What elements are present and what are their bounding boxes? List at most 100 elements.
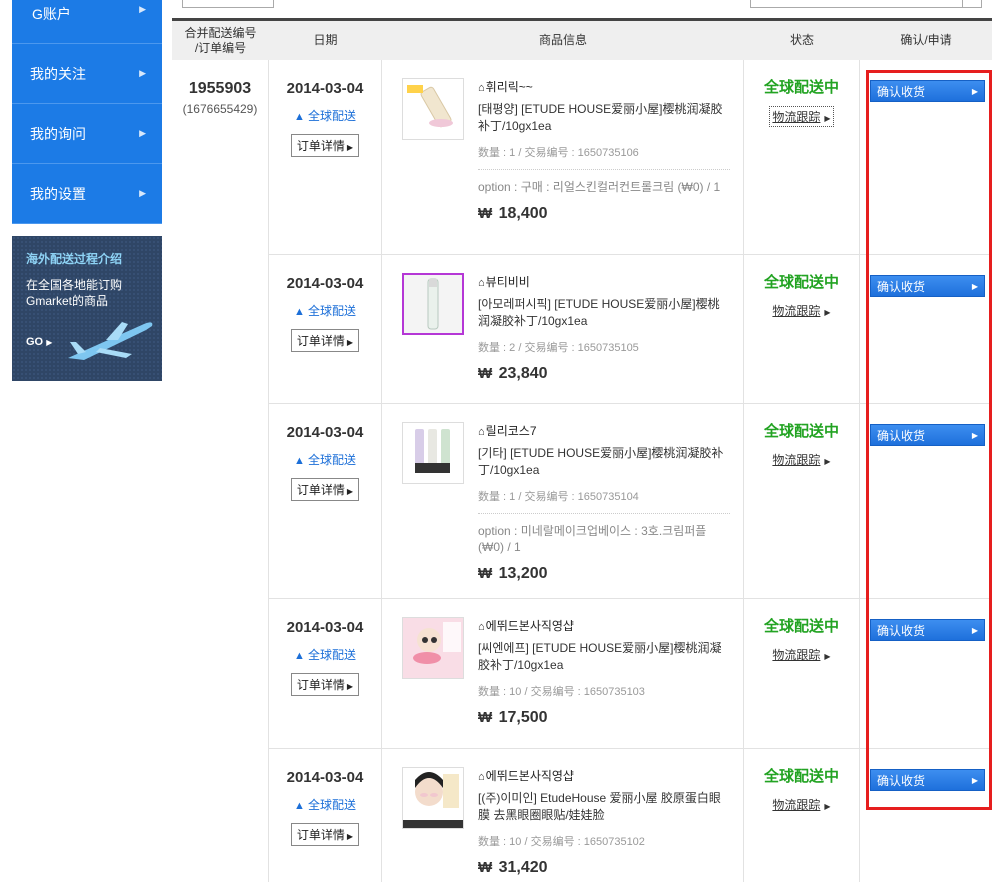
caret-right-icon: ▶ <box>824 652 831 661</box>
status-cell: 全球配送中物流跟踪 ▶ <box>744 749 860 882</box>
overseas-shipping-promo-banner[interactable]: 海外配送过程介绍 在全国各地能订购 Gmarket的商品 GO ▶ <box>12 236 162 381</box>
sidebar-item-inquiry[interactable]: 我的询问 ▶ <box>12 104 162 164</box>
product-info: ⌂에뛰드본사직영샵 [(주)이미인] EtudeHouse 爱丽小屋 胶原蛋白眼膜… <box>478 767 730 882</box>
currency-symbol: ₩ <box>478 365 493 382</box>
sidebar-item-label: 我的询问 <box>30 125 86 142</box>
caret-right-icon: ▶ <box>971 86 978 96</box>
order-date: 2014-03-04 <box>286 769 364 786</box>
product-name-link[interactable]: [기타] [ETUDE HOUSE爱丽小屋]樱桃润凝胶补丁/10gx1ea <box>478 445 730 479</box>
seller-link[interactable]: ⌂에뛰드본사직영샵 <box>478 617 730 634</box>
product-thumbnail[interactable] <box>402 273 464 335</box>
seller-link[interactable]: ⌂릴리코스7 <box>478 422 730 439</box>
home-icon: ⌂ <box>478 277 485 289</box>
tracking-link[interactable]: 物流跟踪 ▶ <box>769 106 834 127</box>
airplane-icon <box>68 322 153 360</box>
upload-arrow-icon: ▲ <box>294 800 305 812</box>
order-number: (1676655429) <box>182 102 258 116</box>
table-row: 2014-03-04 ▲ 全球配送订单详情 ▶ ⌂뷰티비비 [아모레퍼시픽] [ETUDE… <box>269 255 992 404</box>
caret-right-icon: ▶ <box>824 114 831 123</box>
order-detail-button[interactable]: 订单详情 ▶ <box>290 673 360 696</box>
caret-right-icon: ▶ <box>824 457 831 466</box>
promo-title: 海外配送过程介绍 <box>26 252 123 266</box>
caret-right-icon: ▶ <box>971 281 978 291</box>
order-detail-button[interactable]: 订单详情 ▶ <box>290 823 360 846</box>
caret-right-icon: ▶ <box>346 338 354 347</box>
product-name-link[interactable]: [아모레퍼시픽] [ETUDE HOUSE爱丽小屋]樱桃润凝胶补丁/10gx1e… <box>478 296 730 330</box>
order-detail-button[interactable]: 订单详情 ▶ <box>290 329 360 352</box>
product-thumbnail[interactable] <box>402 78 464 140</box>
order-number-cell: 1955903 (1676655429) <box>172 60 269 882</box>
confirm-receipt-button[interactable]: 确认收货 ▶ <box>870 424 985 446</box>
tracking-link[interactable]: 物流跟踪 ▶ <box>772 451 830 468</box>
tracking-link[interactable]: 物流跟踪 ▶ <box>772 646 830 663</box>
global-shipping-link[interactable]: ▲ 全球配送 <box>269 646 381 663</box>
promo-go-link[interactable]: GO ▶ <box>26 336 52 348</box>
caret-right-icon: ▶ <box>346 487 354 496</box>
caret-right-icon: ▶ <box>346 143 354 152</box>
confirm-cell: 确认收货 ▶ <box>860 255 992 403</box>
product-name-link[interactable]: [(주)이미인] EtudeHouse 爱丽小屋 胶原蛋白眼膜 去黑眼圈眼贴/娃… <box>478 790 730 824</box>
status-cell: 全球配送中 物流跟踪 ▶ <box>744 404 860 598</box>
quantity-transaction: 数量 : 1 / 交易编号 : 1650735104 <box>478 491 639 503</box>
table-row: 2014-03-04 ▲ 全球配送 订单详情 ▶ ⌂에뛰드본사직영샵 [씨엔에프] [ETU… <box>269 599 992 749</box>
confirm-receipt-button[interactable]: 确认收货 ▶ <box>870 80 985 102</box>
global-shipping-link[interactable]: ▲ 全球配送 <box>269 796 381 813</box>
product-thumbnail[interactable] <box>402 767 464 829</box>
caret-right-icon: ▶ <box>824 802 831 811</box>
sidebar-item-label: G账户 <box>32 6 71 22</box>
product-cell: ⌂휘리릭~~ [태평양] [ETUDE HOUSE爱丽小屋]樱桃润凝胶补丁/10g… <box>382 60 744 254</box>
caret-right-icon: ▶ <box>971 775 978 785</box>
page: G账户 ▶ 我的关注 ▶ 我的询问 ▶ 我的设置 ▶ 海外配送过程介绍 在全国各… <box>0 0 1002 882</box>
product-name-link[interactable]: [태평양] [ETUDE HOUSE爱丽小屋]樱桃润凝胶补丁/10gx1ea <box>478 101 730 135</box>
tracking-link[interactable]: 物流跟踪 ▶ <box>772 796 830 813</box>
promo-line: Gmarket的商品 <box>26 294 109 308</box>
product-option: option : 미네랄메이크업베이스 : 3호.크림퍼플 (₩0) / 1 <box>478 513 730 555</box>
quantity-transaction: 数量 : 2 / 交易编号 : 1650735105 <box>478 342 639 354</box>
upload-arrow-icon: ▲ <box>294 455 305 467</box>
confirm-cell: 确认收货 ▶ <box>860 60 992 254</box>
combined-shipping-number: 1955903 <box>188 80 252 97</box>
sidebar-item-follow[interactable]: 我的关注 ▶ <box>12 44 162 104</box>
confirm-receipt-button[interactable]: 确认收货 ▶ <box>870 619 985 641</box>
sidebar-item-label: 我的关注 <box>30 65 86 82</box>
seller-link[interactable]: ⌂에뛰드본사직영샵 <box>478 767 730 784</box>
date-cell: 2014-03-04 ▲ 全球配送订单详情 ▶ <box>269 749 382 882</box>
sidebar-item-g-account[interactable]: G账户 ▶ <box>12 0 162 44</box>
global-shipping-link[interactable]: ▲ 全球配送 <box>269 451 381 468</box>
caret-right-icon: ▶ <box>971 430 978 440</box>
order-detail-button[interactable]: 订单详情 ▶ <box>290 478 360 501</box>
table-row: 2014-03-04 ▲ 全球配送 订单详情 ▶ ⌂휘리릭~~ [태평양] [ETUDE H… <box>269 60 992 255</box>
product-cell: ⌂에뛰드본사직영샵 [씨엔에프] [ETUDE HOUSE爱丽小屋]樱桃润凝胶补丁… <box>382 599 744 748</box>
confirm-receipt-button[interactable]: 确认收货 ▶ <box>870 769 985 791</box>
tracking-link[interactable]: 物流跟踪 ▶ <box>772 302 830 319</box>
period-select[interactable] <box>182 0 274 8</box>
date-cell: 2014-03-04 ▲ 全球配送订单详情 ▶ <box>269 255 382 403</box>
shipping-status: 全球配送中 <box>763 274 839 291</box>
global-shipping-link[interactable]: ▲ 全球配送 <box>269 107 381 124</box>
product-name-link[interactable]: [씨엔에프] [ETUDE HOUSE爱丽小屋]樱桃润凝胶补丁/10gx1ea <box>478 640 730 674</box>
order-date: 2014-03-04 <box>286 275 364 292</box>
quantity-transaction: 数量 : 10 / 交易编号 : 1650735103 <box>478 686 645 698</box>
header-order-no: 合并配送编号 /订单编号 <box>184 25 257 55</box>
caret-right-icon: ▶ <box>346 832 354 841</box>
confirm-receipt-button[interactable]: 确认收货 ▶ <box>870 275 985 297</box>
sidebar-item-settings[interactable]: 我的设置 ▶ <box>12 164 162 224</box>
shipping-status: 全球配送中 <box>763 768 839 785</box>
header-confirm: 确认/申请 <box>900 33 952 47</box>
status-cell: 全球配送中 物流跟踪 ▶ <box>744 60 860 254</box>
order-date: 2014-03-04 <box>286 424 364 441</box>
product-thumbnail[interactable] <box>402 422 464 484</box>
caret-right-icon: ▶ <box>971 625 978 635</box>
order-detail-button[interactable]: 订单详情 ▶ <box>290 134 360 157</box>
currency-symbol: ₩ <box>478 205 493 222</box>
global-shipping-link[interactable]: ▲ 全球配送 <box>269 302 381 319</box>
sidebar-item-label: 我的设置 <box>30 185 86 202</box>
seller-link[interactable]: ⌂뷰티비비 <box>478 273 730 290</box>
product-thumbnail[interactable] <box>402 617 464 679</box>
product-info: ⌂뷰티비비 [아모레퍼시픽] [ETUDE HOUSE爱丽小屋]樱桃润凝胶补丁/1… <box>478 273 730 403</box>
date-cell: 2014-03-04 ▲ 全球配送 订单详情 ▶ <box>269 60 382 254</box>
search-box[interactable] <box>750 0 982 8</box>
order-table: 合并配送编号 /订单编号 日期 商品信息 状态 确认/申请 1955903 (1… <box>172 18 992 882</box>
table-header: 合并配送编号 /订单编号 日期 商品信息 状态 确认/申请 <box>172 18 992 60</box>
seller-link[interactable]: ⌂휘리릭~~ <box>478 78 730 95</box>
